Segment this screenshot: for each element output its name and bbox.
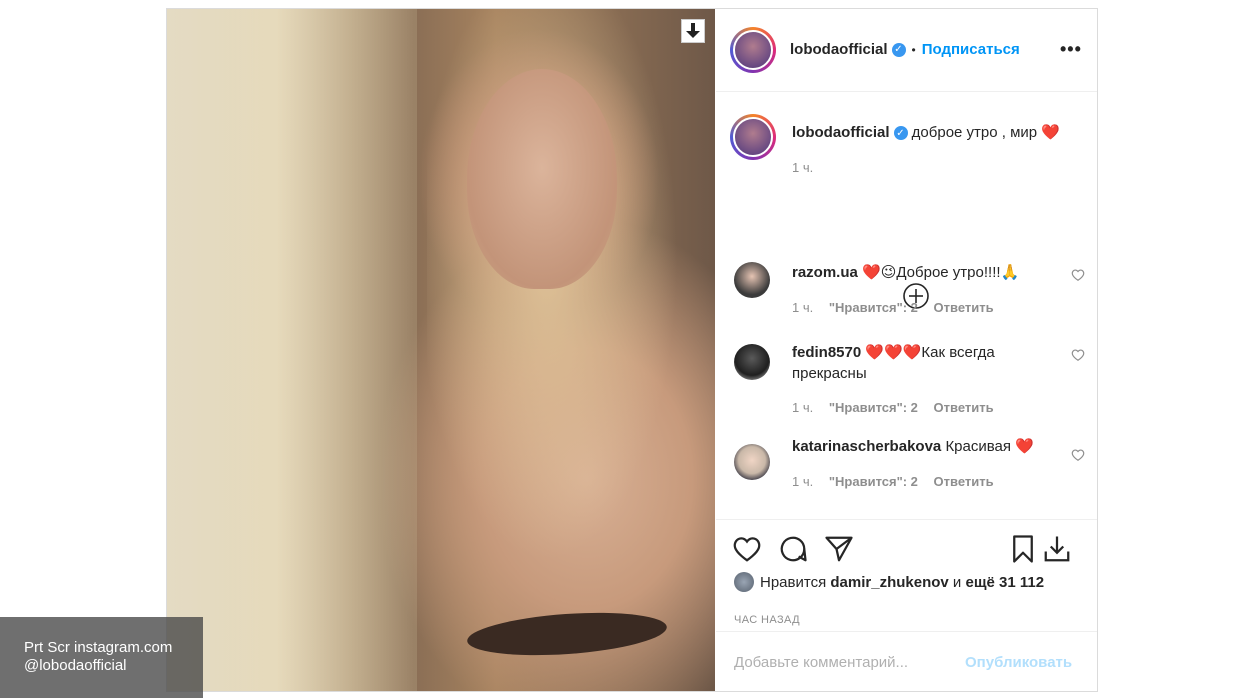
likes-others-count[interactable]: ещё 31 112 — [965, 574, 1044, 591]
verified-badge-icon: ✓ — [893, 126, 908, 141]
post-photo[interactable] — [167, 9, 715, 691]
photo-strap-area — [465, 607, 669, 661]
download-icon[interactable] — [681, 19, 705, 43]
comment-time[interactable]: 1 ч. — [792, 300, 813, 315]
add-comment-bar: Добавьте комментарий... Опубликовать — [716, 631, 1097, 692]
caption-username[interactable]: lobodaofficial — [792, 124, 890, 141]
share-direct-icon[interactable] — [824, 534, 854, 564]
photo-mirror-area — [167, 9, 417, 691]
post-sidebar: lobodaofficial ✓ • Подписаться ••• lobod… — [716, 9, 1097, 691]
comments-section: lobodaofficial ✓ доброе утро , мир ❤️ 1 ч… — [716, 92, 1097, 517]
screenshot-watermark: Prt Scr instagram.com @lobodaofficial — [0, 617, 203, 698]
verified-badge-icon: ✓ — [891, 42, 906, 57]
save-bookmark-icon[interactable] — [1008, 534, 1038, 564]
commenter-username[interactable]: fedin8570 — [792, 344, 861, 361]
caption-meta: 1 ч. — [792, 160, 825, 175]
likes-summary: Нравится damir_zhukenov и ещё 31 112 — [734, 572, 1044, 592]
comment-text: fedin8570 ❤️❤️❤️Как всегда прекрасны — [792, 342, 1062, 384]
watermark-line-2: @lobodaofficial — [24, 657, 127, 674]
commenter-username[interactable]: katarinascherbakova — [792, 438, 941, 455]
comment-body: Красивая ❤️ — [945, 438, 1034, 455]
author-avatar[interactable] — [730, 27, 776, 73]
post-header: lobodaofficial ✓ • Подписаться ••• — [716, 9, 1097, 92]
comment-meta: 1 ч. "Нравится": 2 Ответить — [792, 300, 1006, 315]
post-timestamp[interactable]: ЧАС НАЗАД — [734, 614, 800, 626]
publish-button[interactable]: Опубликовать — [965, 654, 1072, 671]
caption-body: доброе утро , мир ❤️ — [911, 124, 1060, 141]
comment-like-heart-icon[interactable] — [1071, 348, 1085, 362]
caption-time[interactable]: 1 ч. — [792, 160, 813, 175]
commenter-avatar[interactable] — [734, 444, 770, 480]
download-tray-icon[interactable] — [1042, 534, 1072, 564]
caption-text: lobodaofficial ✓ доброе утро , мир ❤️ — [792, 122, 1092, 143]
comment-meta: 1 ч. "Нравится": 2 Ответить — [792, 474, 1006, 489]
likes-prefix: Нравится — [760, 573, 827, 591]
reply-button[interactable]: Ответить — [934, 300, 994, 315]
reply-button[interactable]: Ответить — [934, 400, 994, 415]
reply-button[interactable]: Ответить — [934, 474, 994, 489]
likes-and: и — [952, 573, 962, 591]
photo-face-area — [467, 69, 617, 289]
liker-username[interactable]: damir_zhukenov — [830, 574, 948, 591]
header-separator: • — [911, 42, 916, 57]
comment-text: razom.ua ❤️😉Доброе утро!!!!🙏 — [792, 262, 1062, 283]
follow-button[interactable]: Подписаться — [922, 41, 1020, 58]
comment-likes-count[interactable]: "Нравится": 2 — [829, 300, 918, 315]
comment-likes-count[interactable]: "Нравится": 2 — [829, 400, 918, 415]
comment-likes-count[interactable]: "Нравится": 2 — [829, 474, 918, 489]
more-options-icon[interactable]: ••• — [1060, 39, 1082, 60]
watermark-line-1: Prt Scr instagram.com — [24, 639, 173, 656]
commenter-avatar[interactable] — [734, 344, 770, 380]
caption-avatar[interactable] — [730, 114, 776, 160]
liker-avatar[interactable] — [734, 572, 754, 592]
comment-like-heart-icon[interactable] — [1071, 268, 1085, 282]
comment-input[interactable]: Добавьте комментарий... — [734, 654, 908, 671]
instagram-post: lobodaofficial ✓ • Подписаться ••• lobod… — [166, 8, 1098, 692]
commenter-avatar[interactable] — [734, 262, 770, 298]
comment-like-heart-icon[interactable] — [1071, 448, 1085, 462]
comment-bubble-icon[interactable] — [778, 534, 808, 564]
comment-time[interactable]: 1 ч. — [792, 474, 813, 489]
like-heart-icon[interactable] — [732, 534, 762, 564]
author-username[interactable]: lobodaofficial — [790, 41, 888, 58]
comment-meta: 1 ч. "Нравится": 2 Ответить — [792, 400, 1006, 415]
comment-time[interactable]: 1 ч. — [792, 400, 813, 415]
commenter-username[interactable]: razom.ua — [792, 264, 858, 281]
comment-body: ❤️😉Доброе утро!!!!🙏 — [862, 264, 1020, 281]
comment-text: katarinascherbakova Красивая ❤️ — [792, 436, 1062, 457]
